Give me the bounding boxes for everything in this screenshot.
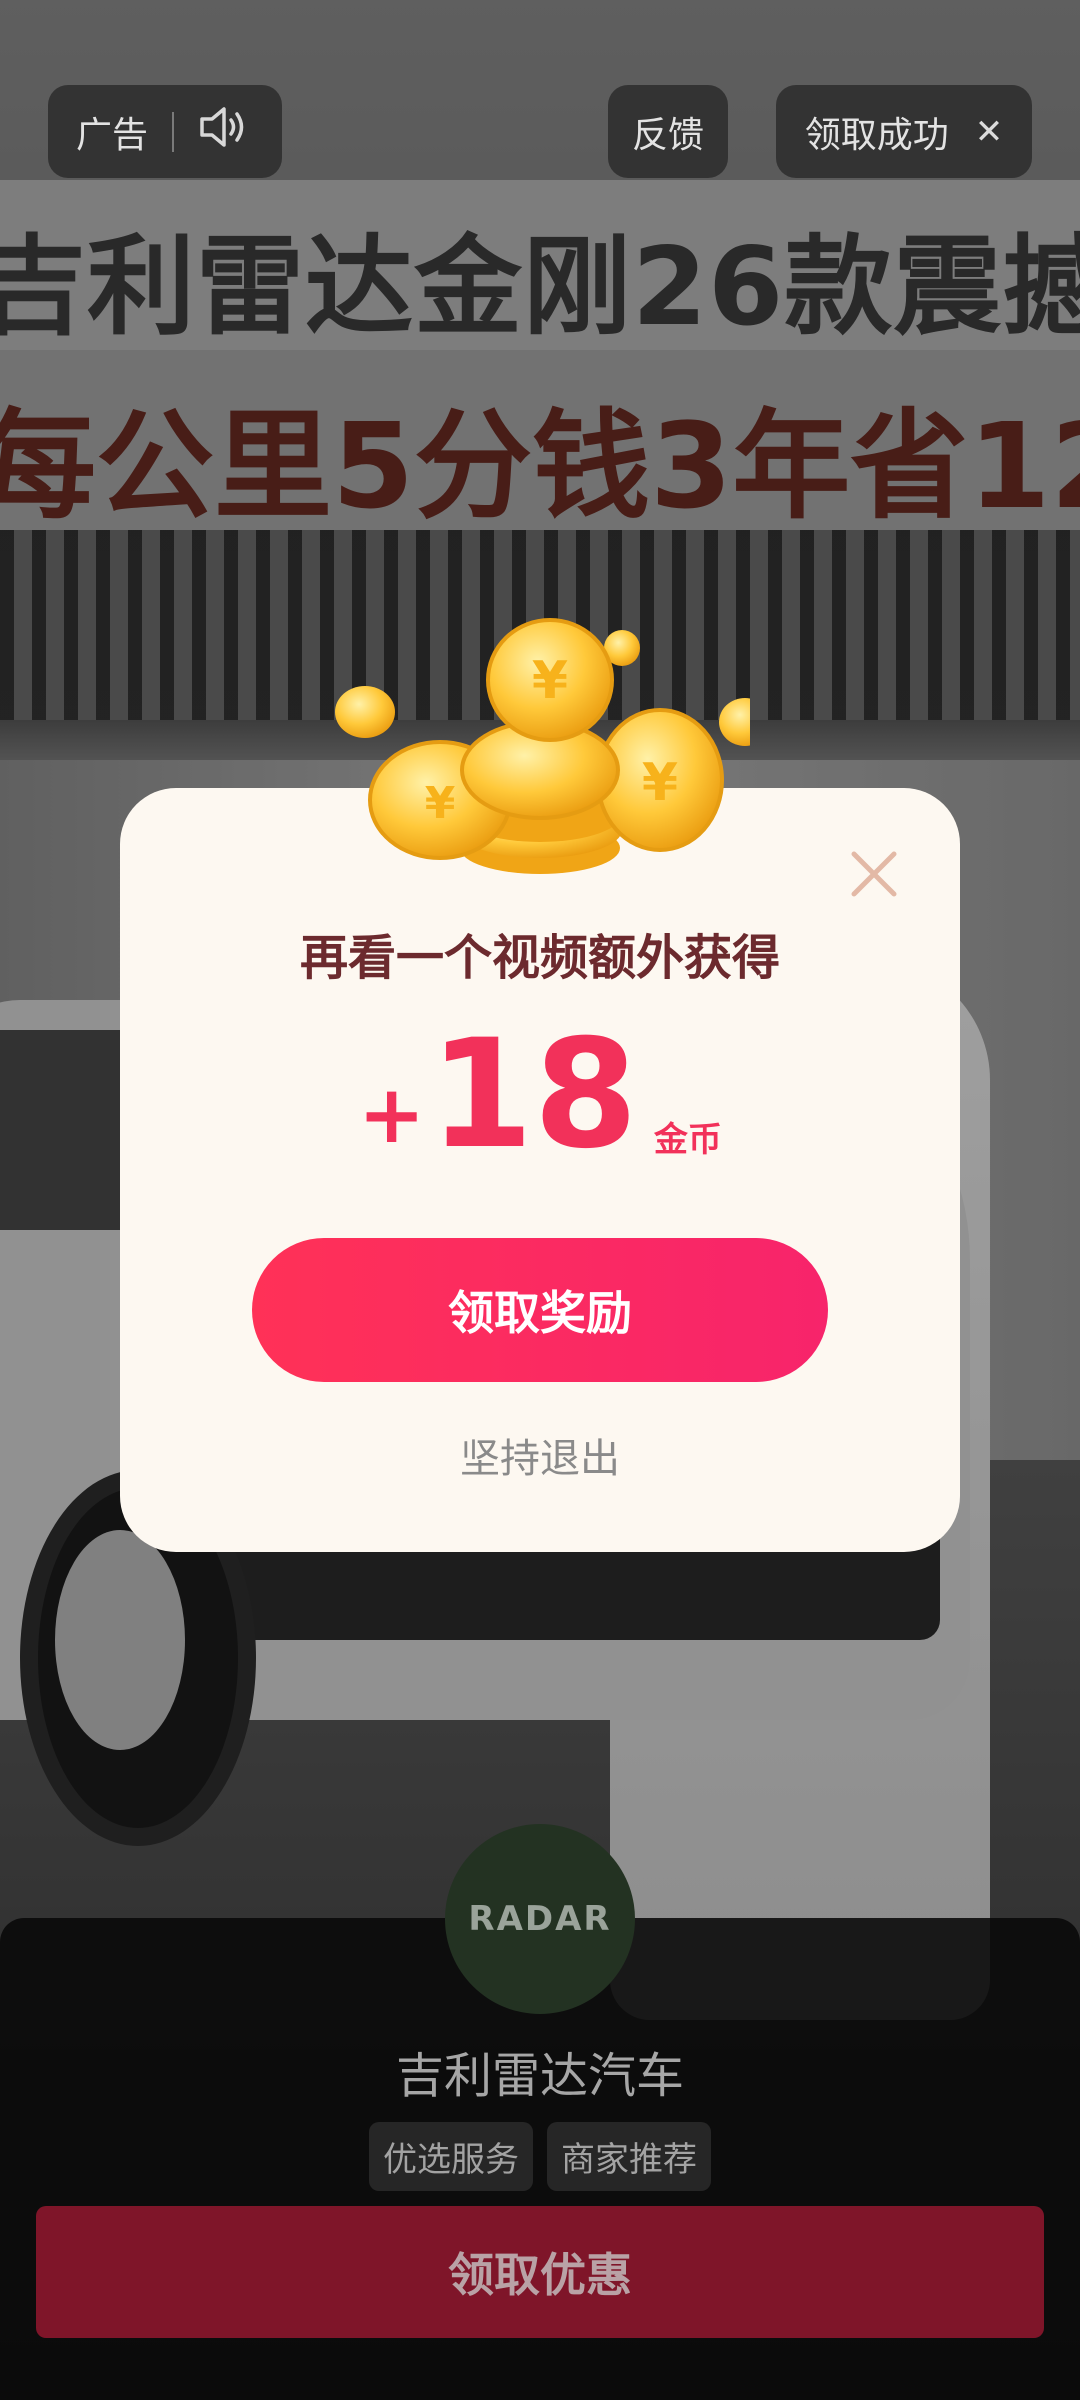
avatar-logo-text: RADAR xyxy=(468,1899,612,1939)
advertiser-name: 吉利雷达汽车 xyxy=(395,2048,684,2104)
svg-text:¥: ¥ xyxy=(642,753,678,813)
dialog-title: 再看一个视频额外获得 xyxy=(299,930,780,986)
speaker-icon[interactable] xyxy=(198,103,252,160)
feedback-button[interactable]: 反馈 xyxy=(608,85,728,178)
quit-link[interactable]: 坚持退出 xyxy=(120,1426,960,1484)
get-offer-label: 领取优惠 xyxy=(448,2248,632,2302)
ad-label: 广告 xyxy=(76,114,149,156)
close-icon[interactable] xyxy=(848,848,900,900)
divider xyxy=(172,111,175,152)
gold-coins-icon: ¥ ¥ ¥ xyxy=(335,618,750,874)
get-offer-button[interactable]: 领取优惠 xyxy=(36,2206,1044,2338)
claim-reward-button[interactable]: 领取奖励 xyxy=(252,1238,828,1382)
tag: 优选服务 xyxy=(369,2122,533,2191)
tag: 商家推荐 xyxy=(547,2122,711,2191)
success-label: 领取成功 xyxy=(804,114,949,156)
svg-text:¥: ¥ xyxy=(425,778,456,829)
close-icon[interactable]: ✕ xyxy=(975,112,1004,152)
claim-reward-label: 领取奖励 xyxy=(448,1286,632,1340)
avatar[interactable]: RADAR xyxy=(445,1824,635,2014)
reward-amount: + 18 金币 xyxy=(120,1020,960,1170)
tag-list: 优选服务 商家推荐 xyxy=(0,2122,1080,2191)
feedback-label: 反馈 xyxy=(631,114,704,156)
ad-badge: 广告 xyxy=(48,85,282,178)
reward-success-button[interactable]: 领取成功 ✕ xyxy=(776,85,1032,178)
reward-plus: + xyxy=(358,1068,426,1161)
reward-number: 18 xyxy=(429,1008,638,1182)
svg-text:¥: ¥ xyxy=(532,651,568,711)
reward-unit: 金币 xyxy=(653,1120,722,1160)
